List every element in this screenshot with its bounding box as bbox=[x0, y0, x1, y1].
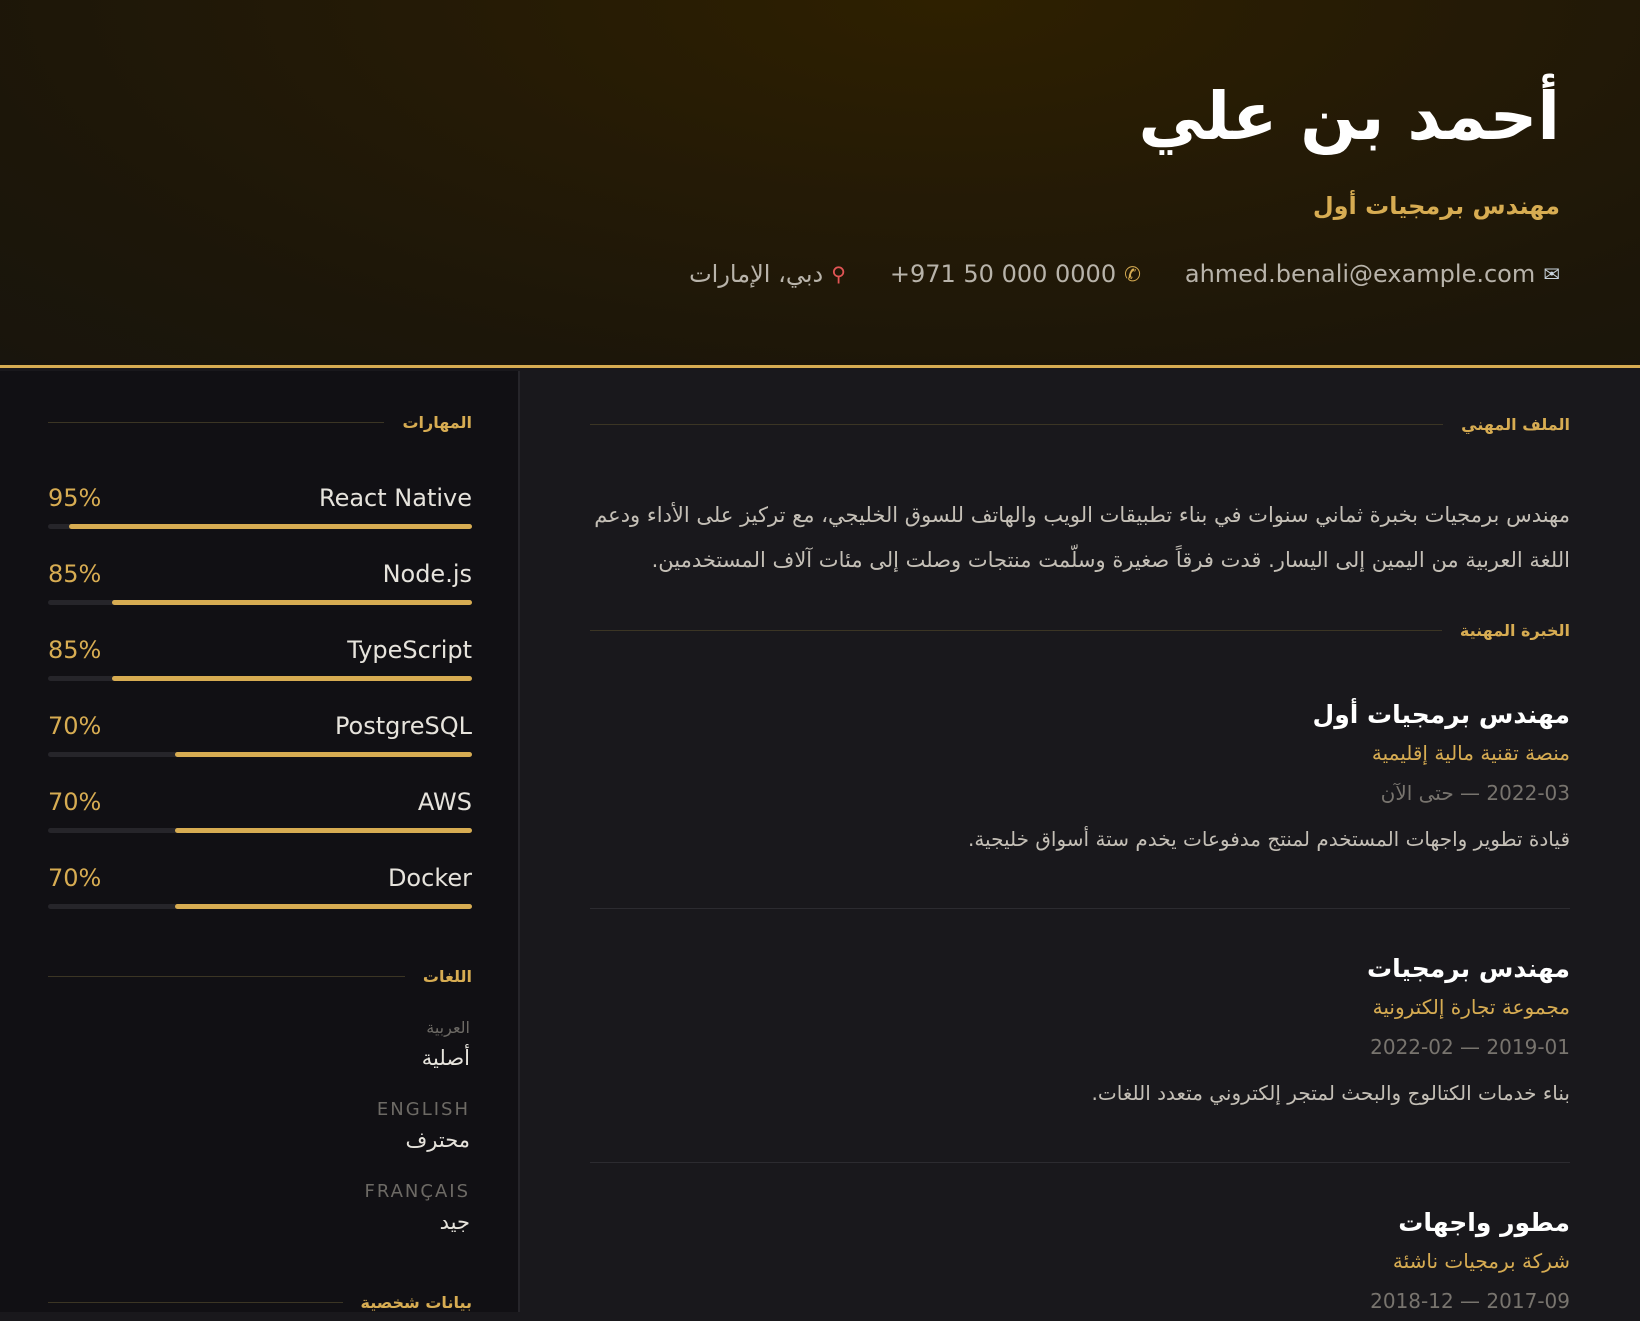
profile-heading: الملف المهني bbox=[590, 415, 1570, 434]
skill-percent: 70% bbox=[48, 712, 102, 740]
personal-heading: بيانات شخصية bbox=[48, 1293, 472, 1312]
skill-item: Node.js 85% bbox=[48, 560, 472, 620]
contact-list: ✉ ahmed.benali@example.com ✆ +971 50 000… bbox=[689, 260, 1560, 288]
job-title: مهندس برمجيات bbox=[1367, 954, 1570, 983]
email-value: ahmed.benali@example.com bbox=[1184, 260, 1536, 288]
job-dates: 2017-09 — 2018-12 bbox=[1370, 1289, 1570, 1313]
skill-bar-fill bbox=[175, 828, 472, 833]
experience-heading: الخبرة المهنية bbox=[590, 621, 1570, 640]
contact-email[interactable]: ✉ ahmed.benali@example.com bbox=[1185, 260, 1560, 288]
pin-icon: ⚲ bbox=[831, 262, 846, 286]
skill-bar-track bbox=[48, 600, 472, 605]
job-company: شركة برمجيات ناشئة bbox=[1392, 1249, 1570, 1273]
skill-bar-track bbox=[48, 904, 472, 909]
phone-icon: ✆ bbox=[1124, 262, 1141, 286]
language-item: FRANÇAIS جيد bbox=[364, 1179, 470, 1239]
job-description: قيادة تطوير واجهات المستخدم لمنتج مدفوعا… bbox=[967, 827, 1570, 851]
languages-title: اللغات bbox=[422, 967, 472, 986]
job-dates: 2022-03 — حتى الآن bbox=[1380, 781, 1570, 805]
skill-item: PostgreSQL 70% bbox=[48, 712, 472, 772]
language-item: ENGLISH محترف bbox=[377, 1097, 470, 1157]
envelope-icon: ✉ bbox=[1543, 262, 1560, 286]
job-entry: مهندس برمجيات أول منصة تقنية مالية إقليم… bbox=[590, 697, 1570, 859]
experience-title: الخبرة المهنية bbox=[1459, 621, 1570, 640]
heading-divider bbox=[48, 976, 405, 977]
skill-item: Docker 70% bbox=[48, 864, 472, 924]
skill-percent: 95% bbox=[48, 484, 102, 512]
job-company: مجموعة تجارة إلكترونية bbox=[1372, 995, 1570, 1019]
skill-percent: 85% bbox=[48, 560, 102, 588]
language-level: محترف bbox=[405, 1128, 471, 1152]
job-dates: 2019-01 — 2022-02 bbox=[1370, 1035, 1570, 1059]
skill-bar-fill bbox=[111, 600, 472, 605]
language-item: العربية أصلية bbox=[422, 1015, 470, 1075]
job-divider bbox=[590, 1162, 1570, 1163]
person-name: أحمد بن علي bbox=[1138, 78, 1561, 155]
skill-bar-fill bbox=[69, 524, 472, 529]
skills-heading: المهارات bbox=[48, 413, 472, 432]
skill-bar-fill bbox=[175, 904, 472, 909]
resume-header: أحمد بن علي مهندس برمجيات أول ✉ ahmed.be… bbox=[0, 0, 1640, 368]
skill-item: TypeScript 85% bbox=[48, 636, 472, 696]
language-name: العربية bbox=[426, 1018, 470, 1037]
skill-name: React Native bbox=[318, 484, 472, 512]
location-value: دبي، الإمارات bbox=[689, 260, 824, 288]
skill-bar-track bbox=[48, 524, 472, 529]
contact-location: ⚲ دبي، الإمارات bbox=[689, 260, 846, 288]
main-content: الملف المهني مهندس برمجيات بخبرة ثماني س… bbox=[522, 371, 1640, 1313]
skill-bar-track bbox=[48, 752, 472, 757]
heading-divider bbox=[590, 630, 1442, 631]
skill-name: TypeScript bbox=[347, 636, 472, 664]
skill-name: PostgreSQL bbox=[334, 712, 472, 740]
skills-title: المهارات bbox=[402, 413, 472, 432]
job-description: بناء خدمات الكتالوج والبحث لمتجر إلكترون… bbox=[1091, 1081, 1570, 1105]
skill-item: React Native 95% bbox=[48, 484, 472, 544]
language-level: أصلية bbox=[421, 1046, 470, 1070]
skill-percent: 70% bbox=[48, 788, 102, 816]
job-title: مهندس برمجيات أول bbox=[1312, 700, 1570, 729]
skill-bar-track bbox=[48, 676, 472, 681]
skill-bar-fill bbox=[111, 676, 472, 681]
language-level: جيد bbox=[439, 1210, 470, 1234]
language-name: ENGLISH bbox=[376, 1099, 470, 1120]
heading-divider bbox=[48, 422, 385, 423]
skill-bar-track bbox=[48, 828, 472, 833]
job-entry: مطور واجهات شركة برمجيات ناشئة 2017-09 —… bbox=[590, 1205, 1570, 1321]
job-divider bbox=[590, 908, 1570, 909]
skill-bar-fill bbox=[175, 752, 472, 757]
sidebar: المهارات React Native 95% Node.js 85% Ty… bbox=[0, 371, 520, 1312]
skill-item: AWS 70% bbox=[48, 788, 472, 848]
phone-value: +971 50 000 0000 bbox=[889, 260, 1117, 288]
heading-divider bbox=[48, 1302, 343, 1303]
language-name: FRANÇAIS bbox=[364, 1181, 470, 1202]
job-entry: مهندس برمجيات مجموعة تجارة إلكترونية 201… bbox=[590, 951, 1570, 1113]
heading-divider bbox=[590, 424, 1444, 425]
profile-summary: مهندس برمجيات بخبرة ثماني سنوات في بناء … bbox=[594, 503, 1570, 572]
skill-name: Node.js bbox=[382, 560, 472, 588]
profile-title: الملف المهني bbox=[1461, 415, 1570, 434]
contact-phone[interactable]: ✆ +971 50 000 0000 bbox=[890, 260, 1141, 288]
personal-title: بيانات شخصية bbox=[360, 1293, 472, 1312]
skill-name: Docker bbox=[387, 864, 472, 892]
skill-name: AWS bbox=[417, 788, 472, 816]
job-company: منصة تقنية مالية إقليمية bbox=[1371, 741, 1570, 765]
skill-percent: 85% bbox=[48, 636, 102, 664]
job-title: مطور واجهات bbox=[1398, 1208, 1570, 1237]
person-role: مهندس برمجيات أول bbox=[1312, 192, 1560, 220]
skill-percent: 70% bbox=[48, 864, 102, 892]
languages-heading: اللغات bbox=[48, 967, 472, 986]
